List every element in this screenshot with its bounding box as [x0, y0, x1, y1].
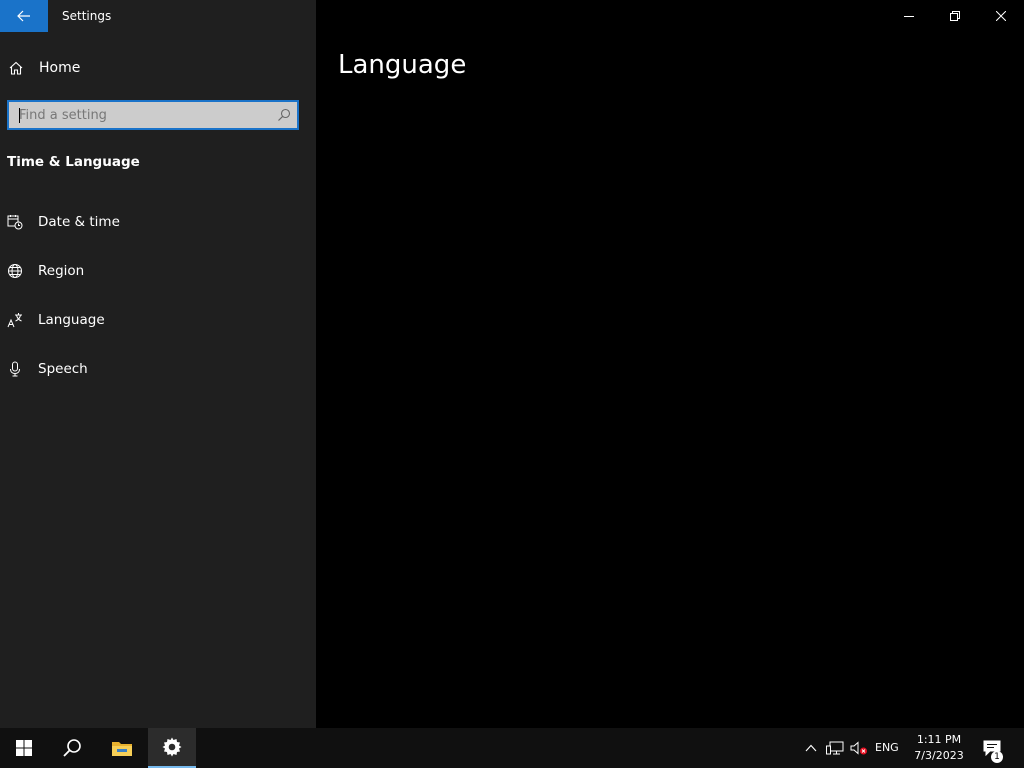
back-button[interactable]: [0, 0, 48, 32]
taskbar-search-button[interactable]: [48, 728, 96, 768]
nav-home-label: Home: [39, 60, 81, 76]
microphone-icon: [10, 361, 20, 377]
search-box[interactable]: [7, 100, 299, 130]
minimize-icon: [904, 16, 914, 17]
globe-icon: [8, 264, 22, 278]
settings-window: Settings Home Time & Language Date &: [0, 0, 1024, 728]
file-explorer-button[interactable]: [98, 728, 146, 768]
app-title: Settings: [62, 9, 112, 23]
notification-count-badge: 1: [991, 751, 1003, 763]
section-title: Time & Language: [7, 154, 140, 170]
volume-tray-button[interactable]: [848, 728, 870, 768]
windows-logo-icon: [16, 740, 32, 756]
sidebar-item-date-time[interactable]: Date & time: [0, 202, 316, 242]
sidebar-item-label: Speech: [38, 361, 88, 377]
back-arrow-icon: [17, 10, 30, 22]
taskbar: ENG 1:11 PM 7/3/2023: [0, 728, 1024, 768]
restore-button[interactable]: [932, 0, 978, 32]
chevron-up-icon: [805, 744, 817, 752]
nav-home[interactable]: Home: [0, 50, 316, 86]
settings-gear-icon: [162, 737, 182, 757]
clock-date: 7/3/2023: [914, 749, 964, 762]
sidebar-item-speech[interactable]: Speech: [0, 349, 316, 389]
sidebar-item-region[interactable]: Region: [0, 251, 316, 291]
text-cursor: [19, 108, 20, 123]
search-icon[interactable]: [277, 108, 291, 122]
minimize-button[interactable]: [886, 0, 932, 32]
file-explorer-icon: [112, 742, 132, 756]
clock[interactable]: 1:11 PM 7/3/2023: [908, 732, 970, 764]
close-button[interactable]: [978, 0, 1024, 32]
sidebar-item-label: Language: [38, 312, 105, 328]
home-icon: [9, 61, 23, 75]
settings-taskbar-button[interactable]: [148, 728, 196, 768]
page-title: Language: [338, 50, 467, 80]
search-icon: [63, 739, 81, 757]
calendar-clock-icon: [7, 215, 23, 230]
sidebar-item-language[interactable]: Language: [0, 300, 316, 340]
content-area: Language: [316, 0, 1024, 728]
clock-time: 1:11 PM: [916, 733, 962, 746]
start-button[interactable]: [0, 728, 48, 768]
sidebar-item-label: Date & time: [38, 214, 120, 230]
navigation-pane: Settings Home Time & Language Date &: [0, 0, 316, 728]
close-icon: [996, 11, 1006, 21]
language-icon: [7, 313, 22, 328]
window-controls: [886, 0, 1024, 32]
action-center-button[interactable]: [980, 728, 1004, 768]
sidebar-item-label: Region: [38, 263, 85, 279]
volume-muted-icon: [850, 741, 867, 755]
restore-icon: [950, 11, 960, 21]
input-language-indicator[interactable]: ENG: [875, 741, 899, 754]
network-tray-button[interactable]: [824, 728, 846, 768]
show-hidden-icons-button[interactable]: [802, 728, 820, 768]
network-icon: [826, 741, 844, 755]
search-input[interactable]: [9, 102, 267, 128]
